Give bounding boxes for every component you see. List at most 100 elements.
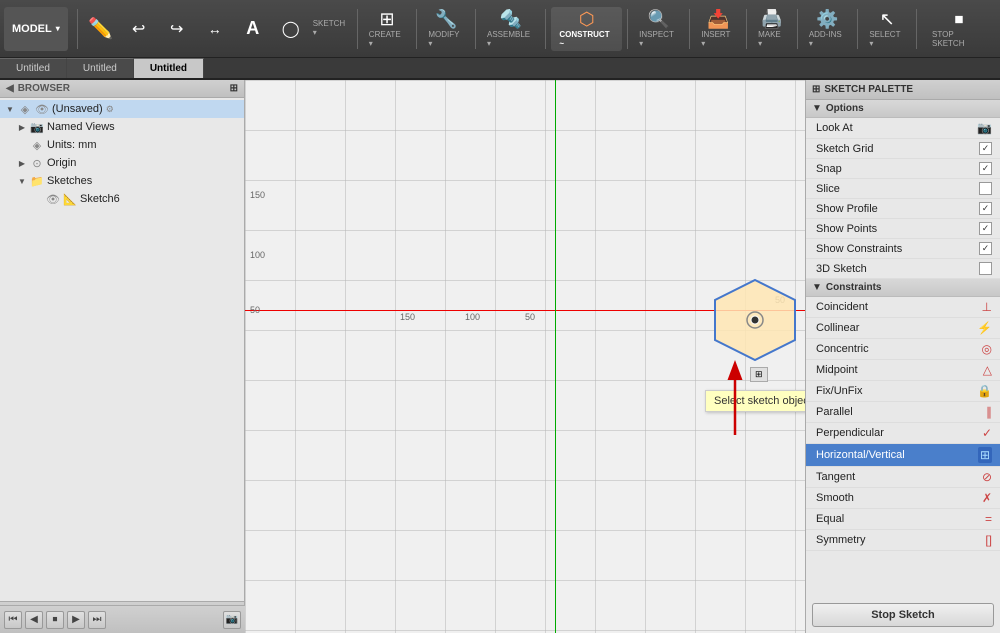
concentric-label: Concentric — [816, 343, 869, 355]
visibility-icon-unsaved[interactable]: 👁 — [35, 103, 49, 116]
addins-group[interactable]: ⚙️ ADD-INS ▾ — [803, 7, 853, 51]
constraint-coincident[interactable]: Coincident ⊥ — [806, 297, 1000, 318]
insert-icon: 📥 — [707, 9, 729, 30]
option-show-profile[interactable]: Show Profile — [806, 199, 1000, 219]
constraint-smooth[interactable]: Smooth ✗ — [806, 488, 1000, 509]
create-label: CREATE ▾ — [369, 30, 406, 48]
constraint-midpoint[interactable]: Midpoint △ — [806, 360, 1000, 381]
3d-sketch-checkbox[interactable] — [979, 262, 992, 275]
insert-label: INSERT ▾ — [701, 30, 735, 48]
model-dropdown-arrow: ▾ — [56, 24, 60, 33]
tab-2[interactable]: Untitled — [67, 58, 134, 78]
sketch-edit-btn[interactable]: ✏️ — [83, 7, 119, 51]
modify-label: MODIFY ▾ — [428, 30, 464, 48]
make-group[interactable]: 🖨️ MAKE ▾ — [752, 7, 792, 51]
tree-item-origin[interactable]: ▶ ⊙ Origin — [0, 154, 244, 172]
sep8 — [746, 9, 747, 49]
slice-checkbox[interactable] — [979, 182, 992, 195]
insert-group[interactable]: 📥 INSERT ▾ — [695, 7, 741, 51]
constraint-concentric[interactable]: Concentric ◎ — [806, 339, 1000, 360]
assemble-group[interactable]: 🔩 ASSEMBLE ▾ — [481, 7, 540, 51]
show-profile-checkbox[interactable] — [979, 202, 992, 215]
browser-expand-icon[interactable]: ⊞ — [230, 83, 238, 94]
stop-sketch-toolbar-btn[interactable]: ⏹ STOP SKETCH — [922, 7, 996, 51]
circle-btn[interactable]: ◯ — [273, 7, 309, 51]
axis-label-100-h: 100 — [465, 312, 480, 322]
options-label: Options — [826, 103, 864, 114]
browser-nav: ◀ BROWSER — [6, 83, 70, 94]
show-points-checkbox[interactable] — [979, 222, 992, 235]
sketch-grid-checkbox[interactable] — [979, 142, 992, 155]
midpoint-label: Midpoint — [816, 364, 858, 376]
constraint-perpendicular[interactable]: Perpendicular ✓ — [806, 423, 1000, 444]
symmetry-icon: [] — [985, 533, 992, 547]
constraint-equal[interactable]: Equal = — [806, 509, 1000, 530]
option-show-points[interactable]: Show Points — [806, 219, 1000, 239]
option-show-constraints[interactable]: Show Constraints — [806, 239, 1000, 259]
make-icon: 🖨️ — [761, 9, 783, 30]
dimension-indicator: ⊞ — [750, 367, 768, 382]
browser-back-arrow[interactable]: ◀ — [6, 83, 14, 94]
constraint-horizontal-vertical[interactable]: Horizontal/Vertical ⊞ — [806, 444, 1000, 467]
tree-item-sketches[interactable]: ▼ 📁 Sketches — [0, 172, 244, 190]
tree-icon-unsaved: ◈ — [18, 102, 32, 116]
tree-toggle-named-views[interactable]: ▶ — [16, 121, 28, 133]
option-look-at[interactable]: Look At 📷 — [806, 118, 1000, 139]
option-sketch-grid[interactable]: Sketch Grid — [806, 139, 1000, 159]
fix-unfix-icon: 🔒 — [977, 384, 992, 398]
option-3d-sketch[interactable]: 3D Sketch — [806, 259, 1000, 279]
tree-item-units[interactable]: ▶ ◈ Units: mm — [0, 136, 244, 154]
tree-toggle-origin[interactable]: ▶ — [16, 157, 28, 169]
tab-3[interactable]: Untitled — [134, 58, 204, 78]
redo-icon: ↪ — [170, 19, 183, 39]
hexagon-shape[interactable] — [705, 275, 805, 365]
sep3 — [416, 9, 417, 49]
show-constraints-checkbox[interactable] — [979, 242, 992, 255]
tree-toggle-sketches[interactable]: ▼ — [16, 175, 28, 187]
sep6 — [627, 9, 628, 49]
play-prev-btn[interactable]: ◀ — [25, 611, 43, 629]
addins-label: ADD-INS ▾ — [809, 30, 847, 48]
constraint-symmetry[interactable]: Symmetry [] — [806, 530, 1000, 551]
play-first-btn[interactable]: ⏮ — [4, 611, 22, 629]
constraint-parallel[interactable]: Parallel ∥ — [806, 402, 1000, 423]
construct-label: CONSTRUCT ~ — [559, 30, 614, 48]
play-last-btn[interactable]: ⏭ — [88, 611, 106, 629]
redo-btn[interactable]: ↪ — [159, 7, 195, 51]
constraint-collinear[interactable]: Collinear ⚡ — [806, 318, 1000, 339]
play-stop-btn[interactable]: ⏹ — [46, 611, 64, 629]
tooltip: Select sketch objects to constrain — [705, 390, 805, 412]
constraint-tangent[interactable]: Tangent ⊘ — [806, 467, 1000, 488]
modify-icon: 🔧 — [435, 9, 457, 30]
options-arrow: ▼ — [812, 103, 822, 114]
constraint-fix-unfix[interactable]: Fix/UnFix 🔒 — [806, 381, 1000, 402]
tree-toggle-unsaved[interactable]: ▼ — [4, 103, 16, 115]
inspect-group[interactable]: 🔍 INSPECT ▾ — [633, 7, 684, 51]
options-section-header[interactable]: ▼ Options — [806, 100, 1000, 118]
tree-item-named-views[interactable]: ▶ 📷 Named Views — [0, 118, 244, 136]
model-button[interactable]: MODEL ▾ — [4, 7, 68, 51]
construct-group[interactable]: ⬡ CONSTRUCT ~ — [551, 7, 622, 51]
tree-item-sketch6[interactable]: ▶ 👁 📐 Sketch6 — [0, 190, 244, 208]
canvas[interactable]: 50 150 100 50 150 100 50 ⊞ Select sketch… — [245, 80, 805, 633]
assemble-label: ASSEMBLE ▾ — [487, 30, 534, 48]
sep10 — [857, 9, 858, 49]
tab-1[interactable]: Untitled — [0, 58, 67, 78]
camera-settings-btn[interactable]: 📷 — [223, 611, 241, 629]
option-slice[interactable]: Slice — [806, 179, 1000, 199]
play-next-btn[interactable]: ▶ — [67, 611, 85, 629]
snap-checkbox[interactable] — [979, 162, 992, 175]
tree-item-unsaved[interactable]: ▼ ◈ 👁 (Unsaved) ⚙ — [0, 100, 244, 118]
create-group[interactable]: ⊞ CREATE ▾ — [363, 7, 412, 51]
3d-sketch-label: 3D Sketch — [816, 263, 867, 275]
select-group[interactable]: ↖ SELECT ▾ — [863, 7, 911, 51]
undo-btn[interactable]: ↩ — [121, 7, 157, 51]
tab-1-label: Untitled — [16, 63, 50, 74]
modify-group[interactable]: 🔧 MODIFY ▾ — [422, 7, 470, 51]
sketch-group-label: SKETCH ▾ — [313, 19, 350, 37]
option-snap[interactable]: Snap — [806, 159, 1000, 179]
dimension-btn[interactable]: ↔ — [197, 7, 233, 51]
stop-sketch-btn[interactable]: Stop Sketch — [812, 603, 994, 627]
constraints-section-header[interactable]: ▼ Constraints — [806, 279, 1000, 297]
text-btn[interactable]: A — [235, 7, 271, 51]
